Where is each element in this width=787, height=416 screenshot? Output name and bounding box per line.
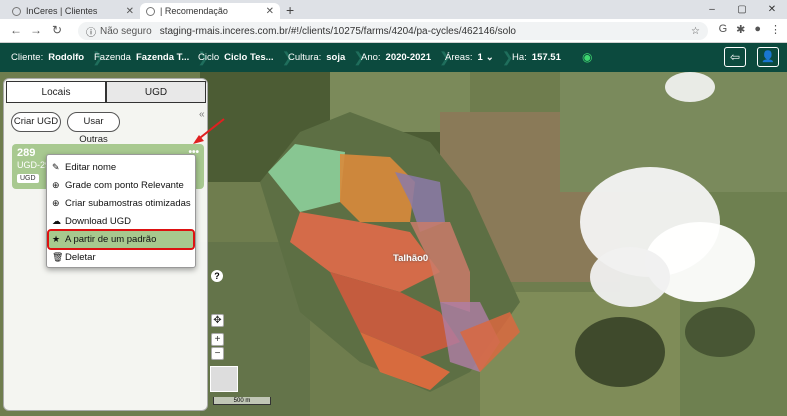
menu-item-label: Download UGD (65, 216, 131, 227)
cultura-label: Cultura: (288, 52, 322, 63)
areas-value: 1 (477, 52, 483, 63)
user-button[interactable]: 👤 (757, 47, 779, 67)
crumb-ha: Ha: 157.51 (512, 43, 561, 72)
crumb-ano[interactable]: Ano: 2020-2021 ❯ (361, 43, 451, 72)
close-tab-icon[interactable]: ✕ (126, 6, 134, 17)
menu-item-label: A partir de um padrão (65, 234, 157, 245)
extensions-icon[interactable]: ✱ (736, 23, 745, 36)
cliente-value: Rodolfo (48, 52, 85, 63)
usar-outras-button[interactable]: Usar Outras (67, 112, 120, 145)
translate-icon[interactable]: G (719, 23, 728, 36)
tab-ugd[interactable]: UGD (106, 81, 206, 103)
plus-circle-icon: ⊕ (52, 198, 60, 208)
zoom-in-button[interactable]: + (211, 333, 224, 346)
insecure-label: Não seguro (100, 25, 152, 37)
layer-thumbnail[interactable] (210, 366, 238, 392)
menu-item-label: Criar subamostras otimizadas (65, 198, 191, 209)
areas-label: Áreas: (445, 52, 473, 63)
url-field[interactable]: ⓘ Não seguro staging-rmais.inceres.com.b… (78, 22, 708, 40)
ano-value: 2020-2021 (385, 52, 431, 63)
cultura-value: soja (326, 52, 346, 63)
forward-icon[interactable]: → (30, 23, 42, 37)
close-tab-icon[interactable]: ✕ (266, 6, 274, 17)
menu-item-a-partir-de-padrao[interactable]: ★ A partir de um padrão (47, 229, 195, 250)
help-icon[interactable]: ? (211, 270, 223, 282)
pointer-arrow (193, 118, 225, 144)
pencil-icon: ✎ (52, 162, 60, 172)
cliente-label: Cliente: (11, 52, 44, 63)
user-icon: 👤 (761, 51, 775, 63)
menu-item-label: Editar nome (65, 162, 117, 173)
star-icon: ★ (52, 234, 61, 244)
favicon-icon (12, 6, 21, 16)
scale-bar: 500 m (213, 397, 271, 405)
ugd-badge: UGD (17, 174, 39, 183)
menu-icon[interactable]: ⋮ (770, 23, 781, 36)
ha-value: 157.51 (531, 52, 561, 63)
new-tab-button[interactable]: + (286, 2, 294, 18)
browser-tab-recomendacao[interactable]: | Recomendação ✕ (140, 3, 280, 19)
pan-icon[interactable]: ✥ (211, 314, 224, 327)
maximize-button[interactable]: ▢ (727, 0, 757, 19)
menu-item-deletar[interactable]: 🗑 Deletar (52, 249, 96, 266)
crumb-fazenda[interactable]: Fazenda Fazenda T... ❯ (94, 43, 209, 72)
ciclo-label: Ciclo (198, 52, 220, 63)
browser-tab-clientes[interactable]: InCeres | Clientes ✕ (6, 3, 140, 19)
zoom-out-button[interactable]: − (211, 347, 224, 360)
menu-item-editar-nome[interactable]: ✎ Editar nome (52, 159, 116, 176)
info-icon[interactable]: ⓘ (86, 24, 96, 39)
menu-item-download[interactable]: ☁ Download UGD (52, 213, 131, 230)
tab-title: | Recomendação (160, 6, 228, 16)
crumb-ciclo[interactable]: Ciclo Ciclo Tes... ❯ (198, 43, 293, 72)
panel-tabs: Locais UGD (6, 81, 206, 103)
ano-label: Ano: (361, 52, 381, 63)
minimize-button[interactable]: – (697, 0, 727, 19)
fazenda-value: Fazenda T... (135, 52, 190, 63)
crumb-areas[interactable]: Áreas: 1 ⌄ ❯ (445, 43, 513, 72)
criar-ugd-button[interactable]: Criar UGD (11, 112, 61, 132)
ugd-id: 289 (17, 147, 36, 159)
menu-item-label: Deletar (65, 252, 96, 263)
reload-icon[interactable]: ↻ (52, 23, 62, 37)
url-text: staging-rmais.inceres.com.br/#!/clients/… (159, 25, 516, 37)
app-header: Cliente: Rodolfo ❯ Fazenda Fazenda T... … (0, 43, 787, 72)
bookmark-star-icon[interactable]: ☆ (691, 26, 700, 37)
field-label: Talhão0 (393, 253, 429, 264)
menu-item-subamostras[interactable]: ⊕ Criar subamostras otimizadas (52, 195, 191, 212)
wifi-icon: ◉ (582, 50, 593, 64)
arrow-left-icon: ⇦ (729, 50, 741, 64)
tab-locais[interactable]: Locais (6, 81, 106, 103)
back-icon[interactable]: ← (10, 23, 22, 37)
browser-tab-bar: InCeres | Clientes ✕ | Recomendação ✕ + … (0, 0, 787, 19)
window-controls: – ▢ ✕ (697, 0, 787, 19)
profile-icon[interactable]: ● (754, 23, 761, 36)
extension-icons: G ✱ ● ⋮ (719, 23, 781, 36)
trash-icon: 🗑 (52, 252, 64, 262)
tab-title: InCeres | Clientes (26, 6, 98, 16)
context-menu: ✎ Editar nome ⊕ Grade com ponto Relevant… (46, 154, 196, 268)
plus-circle-icon: ⊕ (52, 180, 60, 190)
crumb-cultura[interactable]: Cultura: soja ❯ (288, 43, 365, 72)
close-window-button[interactable]: ✕ (757, 0, 787, 19)
ha-label: Ha: (512, 52, 527, 63)
fazenda-label: Fazenda (94, 52, 131, 63)
favicon-icon (146, 6, 155, 16)
menu-item-grade[interactable]: ⊕ Grade com ponto Relevante (52, 177, 184, 194)
ciclo-value: Ciclo Tes... (224, 52, 274, 63)
chevron-down-icon: ⌄ (485, 52, 494, 63)
cloud-download-icon: ☁ (52, 216, 61, 226)
address-bar: ← → ↻ ⓘ Não seguro staging-rmais.inceres… (0, 19, 787, 43)
crumb-cliente[interactable]: Cliente: Rodolfo ❯ (11, 43, 104, 72)
menu-item-label: Grade com ponto Relevante (65, 180, 184, 191)
logout-button[interactable]: ⇦ (724, 47, 746, 67)
